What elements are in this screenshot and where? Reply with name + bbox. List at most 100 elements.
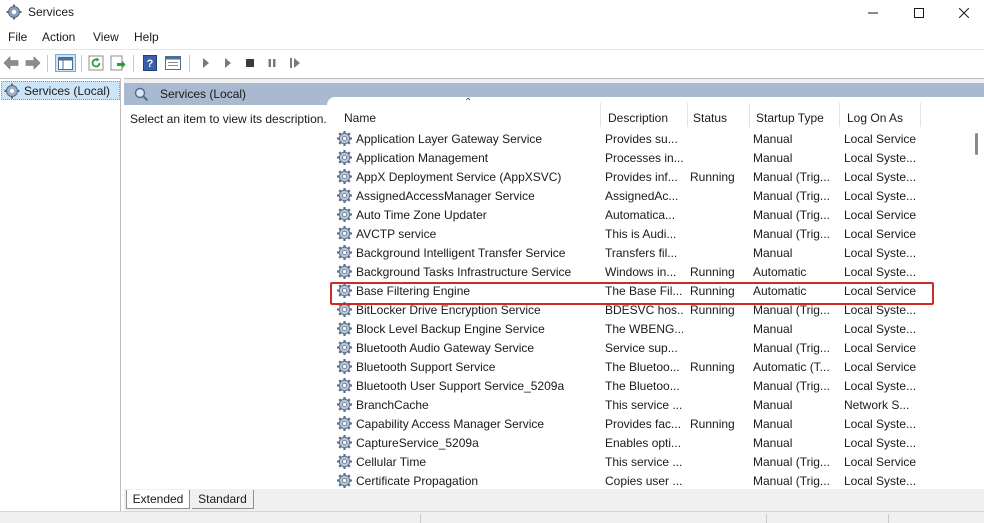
table-row[interactable]: Auto Time Zone Updater Automatica... Manua… <box>327 205 967 224</box>
column-header-description[interactable]: Description <box>608 111 668 125</box>
menu-bar: File Action View Help <box>0 26 984 48</box>
table-row[interactable]: Application Management Processes in... Man… <box>327 148 967 167</box>
service-name: Cellular Time <box>356 455 427 469</box>
services-list: ⌃ Name Description Status Startup Type L… <box>327 97 984 489</box>
service-log-on-as: Network S... <box>844 398 910 412</box>
tree-node-label: Services (Local) <box>24 83 111 98</box>
service-startup-type: Automatic (T... <box>753 360 830 374</box>
service-name: CaptureService_5209a <box>356 436 479 450</box>
console-tree: Services (Local) <box>0 78 121 511</box>
maximize-icon <box>914 7 924 18</box>
table-row[interactable]: Background Tasks Infrastructure Service W… <box>327 262 967 281</box>
service-gear-icon <box>337 435 352 450</box>
table-row[interactable]: Cellular Time This service ... Manual (Tri… <box>327 452 967 471</box>
service-log-on-as: Local Syste... <box>844 322 917 336</box>
menu-view[interactable]: View <box>93 30 119 44</box>
table-row[interactable]: CaptureService_5209a Enables opti... Manua… <box>327 433 967 452</box>
service-log-on-as: Local Syste... <box>844 379 917 393</box>
service-log-on-as: Local Syste... <box>844 303 917 317</box>
service-name: AppX Deployment Service (AppXSVC) <box>356 170 562 184</box>
service-log-on-as: Local Syste... <box>844 474 917 488</box>
service-name: Auto Time Zone Updater <box>356 208 487 222</box>
properties-button[interactable] <box>164 54 182 72</box>
service-log-on-as: Local Service <box>844 341 917 355</box>
service-gear-icon <box>337 264 352 279</box>
table-row[interactable]: Block Level Backup Engine Service The WBE… <box>327 319 967 338</box>
vertical-scrollbar[interactable] <box>967 97 984 489</box>
service-log-on-as: Local Syste... <box>844 436 917 450</box>
forward-button[interactable] <box>24 54 42 72</box>
service-description: Transfers fil... <box>605 246 678 260</box>
help-button[interactable]: ? <box>141 54 159 72</box>
service-description: The WBENG... <box>605 322 683 336</box>
menu-action[interactable]: Action <box>42 30 75 44</box>
service-description: The Bluetoo... <box>605 379 680 393</box>
forward-arrow-icon <box>25 56 41 70</box>
table-row[interactable]: Application Layer Gateway Service Provide… <box>327 129 967 148</box>
title-bar: Services <box>0 0 984 25</box>
stop-service-button[interactable] <box>241 54 259 72</box>
service-description: Provides su... <box>605 132 678 146</box>
table-row[interactable]: Background Intelligent Transfer Service T… <box>327 243 967 262</box>
service-status: Running <box>690 417 735 431</box>
start-service-button[interactable] <box>197 54 215 72</box>
service-log-on-as: Local Service <box>844 227 917 241</box>
pause-service-button[interactable] <box>263 54 281 72</box>
service-startup-type: Manual <box>753 132 793 146</box>
minimize-button[interactable] <box>850 0 896 25</box>
service-name: Application Management <box>356 151 489 165</box>
service-description: Enables opti... <box>605 436 682 450</box>
table-row[interactable]: AssignedAccessManager Service AssignedAc.… <box>327 186 967 205</box>
close-button[interactable] <box>941 0 984 25</box>
show-hide-console-tree-button[interactable] <box>55 54 76 72</box>
service-gear-icon <box>337 359 352 374</box>
tab-extended[interactable]: Extended <box>126 490 190 509</box>
service-name: AssignedAccessManager Service <box>356 189 535 203</box>
service-startup-type: Manual <box>753 398 793 412</box>
service-description: Service sup... <box>605 341 678 355</box>
table-row[interactable]: AppX Deployment Service (AppXSVC) Provide… <box>327 167 967 186</box>
table-row[interactable]: Capability Access Manager Service Provide… <box>327 414 967 433</box>
help-icon: ? <box>143 55 157 71</box>
toolbar: ? <box>0 49 984 76</box>
menu-file[interactable]: File <box>8 30 27 44</box>
back-button[interactable] <box>2 54 20 72</box>
table-row[interactable]: AVCTP service This is Audi... Manual (Trig… <box>327 224 967 243</box>
table-row[interactable]: Bluetooth Audio Gateway Service Service s… <box>327 338 967 357</box>
service-description: This service ... <box>605 455 683 469</box>
menu-help[interactable]: Help <box>134 30 159 44</box>
service-description: Provides inf... <box>605 170 678 184</box>
service-startup-type: Manual (Trig... <box>753 474 830 488</box>
refresh-button[interactable] <box>87 54 105 72</box>
column-header-status[interactable]: Status <box>693 111 727 125</box>
service-log-on-as: Local Service <box>844 360 917 374</box>
restart-service-button[interactable] <box>286 54 304 72</box>
start-service-alt-button[interactable] <box>219 54 237 72</box>
service-description: AssignedAc... <box>605 189 679 203</box>
export-list-button[interactable] <box>109 54 127 72</box>
maximize-button[interactable] <box>896 0 942 25</box>
table-row[interactable]: BranchCache This service ... Manual Network… <box>327 395 967 414</box>
tree-node-services-local[interactable]: Services (Local) <box>1 81 120 100</box>
tab-standard[interactable]: Standard <box>192 490 254 509</box>
column-header-startup-type[interactable]: Startup Type <box>756 111 824 125</box>
table-row[interactable]: Bluetooth User Support Service_5209a The … <box>327 376 967 395</box>
service-status: Running <box>690 170 735 184</box>
table-row[interactable]: Bluetooth Support Service The Bluetoo... R… <box>327 357 967 376</box>
service-description: Provides fac... <box>605 417 682 431</box>
service-name: BranchCache <box>356 398 429 412</box>
service-name: Application Layer Gateway Service <box>356 132 543 146</box>
service-description: This service ... <box>605 398 683 412</box>
service-description: Processes in... <box>605 151 683 165</box>
service-name: Certificate Propagation <box>356 474 479 488</box>
start-service-icon <box>203 58 209 68</box>
scrollbar-thumb[interactable] <box>975 133 978 155</box>
service-gear-icon <box>337 321 352 336</box>
table-row[interactable]: Certificate Propagation Copies user ... Ma… <box>327 471 967 489</box>
column-header-log-on-as[interactable]: Log On As <box>847 111 903 125</box>
service-status: Running <box>690 360 735 374</box>
details-pane: Services (Local) Select an item to view … <box>124 78 984 512</box>
minimize-icon <box>868 12 878 13</box>
column-header-name[interactable]: Name <box>344 111 376 125</box>
service-log-on-as: Local Service <box>844 208 917 222</box>
